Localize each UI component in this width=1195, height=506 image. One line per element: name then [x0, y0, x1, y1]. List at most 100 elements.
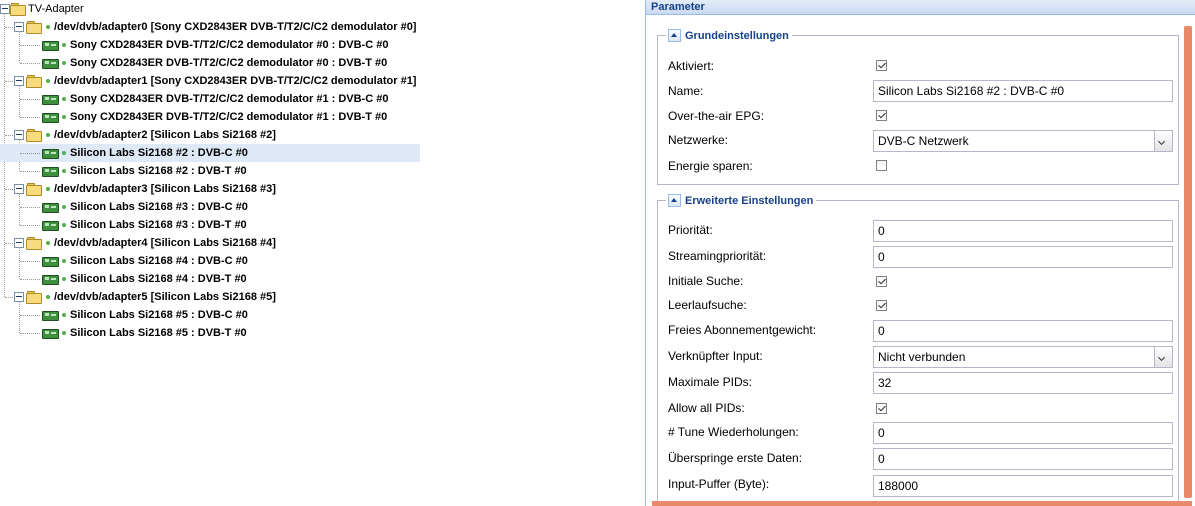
tree-adapter-label: /dev/dvb/adapter4 [Silicon Labs Si2168 #…	[54, 237, 276, 249]
tree-root[interactable]: TV-Adapter	[0, 0, 420, 18]
epg-checkbox[interactable]	[876, 110, 887, 121]
status-dot-icon	[62, 313, 66, 317]
linked-input-select[interactable]: Nicht verbunden	[873, 346, 1173, 368]
status-dot-icon	[62, 331, 66, 335]
tree-guide-line	[20, 207, 40, 208]
tuner-card-icon	[42, 113, 59, 123]
tuner-card-icon	[42, 275, 59, 285]
tuner-card-icon	[42, 221, 59, 231]
tree-frontend[interactable]: Silicon Labs Si2168 #3 : DVB-T #0	[0, 216, 420, 234]
tree-root-label: TV-Adapter	[28, 3, 84, 15]
tree-frontend-label: Sony CXD2843ER DVB-T/T2/C/C2 demodulator…	[70, 57, 388, 69]
status-dot-icon	[46, 133, 50, 137]
power-save-label: Energie sparen:	[668, 159, 753, 173]
tuner-card-icon	[42, 59, 59, 69]
tree-frontend-label: Silicon Labs Si2168 #4 : DVB-C #0	[70, 255, 248, 267]
input-buffer-input[interactable]: 188000	[873, 475, 1173, 497]
panel-title: Parameter	[646, 0, 1195, 15]
status-dot-icon	[62, 97, 66, 101]
advanced-settings-legend: Erweiterte Einstellungen	[666, 193, 817, 209]
tree-frontend[interactable]: Sony CXD2843ER DVB-T/T2/C/C2 demodulator…	[0, 54, 420, 72]
enabled-checkbox[interactable]	[876, 60, 887, 71]
tree-guide-line	[20, 117, 40, 118]
tuner-card-icon	[42, 167, 59, 177]
tree-guide-line	[20, 279, 40, 280]
allow-all-pids-checkbox[interactable]	[876, 403, 887, 414]
max-pids-input[interactable]: 32	[873, 372, 1173, 394]
name-label: Name:	[668, 84, 704, 98]
epg-label: Over-the-air EPG:	[668, 109, 765, 123]
tuner-card-icon	[42, 329, 59, 339]
allow-all-pids-label: Allow all PIDs:	[668, 401, 745, 415]
networks-label: Netzwerke:	[668, 133, 729, 147]
collapse-basic-icon[interactable]	[668, 28, 681, 42]
status-dot-icon	[46, 187, 50, 191]
tree-frontend[interactable]: Silicon Labs Si2168 #2 : DVB-T #0	[0, 162, 420, 180]
tree-guide-line	[20, 261, 40, 262]
tree-adapter[interactable]: /dev/dvb/adapter5 [Silicon Labs Si2168 #…	[0, 288, 420, 306]
tree-adapter[interactable]: /dev/dvb/adapter3 [Silicon Labs Si2168 #…	[0, 180, 420, 198]
skip-initial-label: Überspringe erste Daten:	[668, 451, 803, 465]
streaming-priority-input[interactable]: 0	[873, 246, 1173, 268]
status-dot-icon	[62, 43, 66, 47]
skip-initial-input[interactable]: 0	[873, 448, 1173, 470]
tree-adapter-label: /dev/dvb/adapter1 [Sony CXD2843ER DVB-T/…	[54, 75, 417, 87]
status-dot-icon	[62, 259, 66, 263]
panel-scrollbar[interactable]	[1184, 26, 1192, 498]
tree-frontend[interactable]: Sony CXD2843ER DVB-T/T2/C/C2 demodulator…	[0, 90, 420, 108]
tree-guide-line	[20, 45, 40, 46]
folder-icon	[26, 75, 42, 88]
tree-adapter[interactable]: /dev/dvb/adapter1 [Sony CXD2843ER DVB-T/…	[0, 72, 420, 90]
tree-frontend[interactable]: Silicon Labs Si2168 #5 : DVB-C #0	[0, 306, 420, 324]
tree-frontend-label: Silicon Labs Si2168 #2 : DVB-C #0	[70, 147, 248, 159]
tree-frontend[interactable]: Silicon Labs Si2168 #5 : DVB-T #0	[0, 324, 420, 342]
priority-label: Priorität:	[668, 223, 713, 237]
networks-select[interactable]: DVB-C Netzwerk	[873, 130, 1173, 152]
tree-frontend-label: Silicon Labs Si2168 #5 : DVB-C #0	[70, 309, 248, 321]
tree-frontend[interactable]: Silicon Labs Si2168 #3 : DVB-C #0	[0, 198, 420, 216]
status-dot-icon	[62, 115, 66, 119]
collapse-icon[interactable]	[0, 4, 10, 14]
tune-repeats-input[interactable]: 0	[873, 422, 1173, 444]
tree-adapter-label: /dev/dvb/adapter0 [Sony CXD2843ER DVB-T/…	[54, 21, 417, 33]
basic-settings-legend: Grundeinstellungen	[666, 28, 792, 44]
chevron-down-icon[interactable]	[1154, 347, 1172, 367]
status-dot-icon	[62, 61, 66, 65]
status-dot-icon	[62, 169, 66, 173]
tree-adapter-label: /dev/dvb/adapter5 [Silicon Labs Si2168 #…	[54, 291, 276, 303]
tree-frontend[interactable]: Sony CXD2843ER DVB-T/T2/C/C2 demodulator…	[0, 108, 420, 126]
tuner-card-icon	[42, 257, 59, 267]
status-dot-icon	[62, 223, 66, 227]
collapse-advanced-icon[interactable]	[668, 193, 681, 207]
chevron-down-icon[interactable]	[1154, 131, 1172, 151]
free-sub-weight-input[interactable]: 0	[873, 320, 1173, 342]
priority-input[interactable]: 0	[873, 220, 1173, 242]
initial-scan-checkbox[interactable]	[876, 276, 887, 287]
tuner-card-icon	[42, 149, 59, 159]
tune-repeats-label: # Tune Wiederholungen:	[668, 425, 799, 439]
power-save-checkbox[interactable]	[876, 160, 887, 171]
tree-frontend[interactable]: Silicon Labs Si2168 #2 : DVB-C #0	[0, 144, 420, 162]
tree-frontend-label: Sony CXD2843ER DVB-T/T2/C/C2 demodulator…	[70, 39, 389, 51]
tree-adapter[interactable]: /dev/dvb/adapter0 [Sony CXD2843ER DVB-T/…	[0, 18, 420, 36]
basic-settings-fieldset: Grundeinstellungen Aktiviert: Name: Sili…	[657, 28, 1179, 185]
folder-icon	[26, 129, 42, 142]
panel-body: Grundeinstellungen Aktiviert: Name: Sili…	[646, 16, 1183, 502]
input-buffer-label: Input-Puffer (Byte):	[668, 477, 770, 491]
name-input[interactable]: Silicon Labs Si2168 #2 : DVB-C #0	[873, 80, 1173, 102]
free-sub-weight-label: Freies Abonnementgewicht:	[668, 323, 817, 337]
status-dot-icon	[62, 205, 66, 209]
tree-adapter[interactable]: /dev/dvb/adapter4 [Silicon Labs Si2168 #…	[0, 234, 420, 252]
tree-frontend[interactable]: Sony CXD2843ER DVB-T/T2/C/C2 demodulator…	[0, 36, 420, 54]
parameter-panel: Parameter Grundeinstellungen Aktiviert: …	[645, 0, 1195, 506]
idle-scan-checkbox[interactable]	[876, 300, 887, 311]
tree-frontend-label: Silicon Labs Si2168 #3 : DVB-T #0	[70, 219, 247, 231]
linked-input-label: Verknüpfter Input:	[668, 349, 763, 363]
tree-frontend[interactable]: Silicon Labs Si2168 #4 : DVB-T #0	[0, 270, 420, 288]
tree-frontend[interactable]: Silicon Labs Si2168 #4 : DVB-C #0	[0, 252, 420, 270]
tuner-card-icon	[42, 203, 59, 213]
networks-value: DVB-C Netzwerk	[878, 134, 969, 148]
status-dot-icon	[46, 79, 50, 83]
tree-adapter-label: /dev/dvb/adapter3 [Silicon Labs Si2168 #…	[54, 183, 276, 195]
tree-adapter[interactable]: /dev/dvb/adapter2 [Silicon Labs Si2168 #…	[0, 126, 420, 144]
